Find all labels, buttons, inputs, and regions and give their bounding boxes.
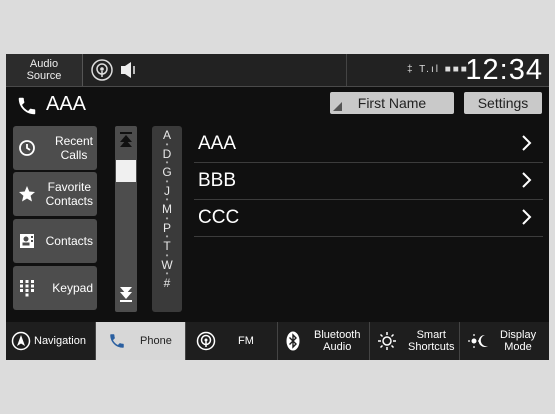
menu-contacts[interactable]: Contacts [13,219,97,263]
menu-label: Recent Calls [54,134,93,162]
connected-phone-name: AAA [46,93,87,115]
contacts-card-icon [20,234,34,248]
dropdown-corner-icon [333,102,342,111]
nav-smart-shortcuts[interactable]: Smart Shortcuts [370,322,460,360]
nav-label: FM [238,335,254,347]
contact-list: AAA BBB CCC [194,126,543,237]
list-scrollbar[interactable] [115,126,137,312]
status-icons [84,54,347,86]
contact-name: CCC [198,207,240,228]
chevron-right-icon [522,135,532,151]
nav-label: Bluetooth Audio [314,329,361,353]
history-icon [19,140,35,156]
contact-name: AAA [198,133,237,154]
contact-row[interactable]: CCC [194,200,543,237]
menu-keypad[interactable]: Keypad [13,266,97,310]
display-mode-icon [468,334,488,348]
scroll-top-icon[interactable] [120,132,132,148]
nav-phone[interactable]: Phone [96,322,186,360]
nav-display-mode[interactable]: Display Mode [460,322,549,360]
menu-label: Favorite Contacts [45,180,93,208]
nav-bluetooth-audio[interactable]: Bluetooth Audio [278,322,370,360]
nav-label: Navigation [34,335,86,347]
alpha-letter[interactable]: # [152,277,182,290]
contact-row[interactable]: AAA [194,126,543,163]
nav-navigation[interactable]: Navigation [6,322,96,360]
audio-source-label: Audio Source [26,58,62,82]
phone-icon [110,334,124,348]
settings-button-label: Settings [477,95,529,111]
clock: 12:34 [465,54,543,86]
alphabet-index[interactable]: A • D • G • J • M • P • T • W • # [152,126,182,312]
scroll-thumb[interactable] [116,160,136,182]
menu-label: Keypad [52,281,93,295]
infotainment-screen: Audio Source ‡ T.ıl ■■■ 12:34 AAA First … [6,54,549,360]
contact-name: BBB [198,170,237,191]
keypad-icon [20,280,34,297]
sort-first-name-button[interactable]: First Name [330,92,454,114]
chevron-right-icon [522,209,532,225]
bluetooth-icon [286,331,300,351]
star-icon [19,186,35,202]
phone-header: AAA First Name Settings [6,88,549,122]
menu-label: Contacts [45,234,93,248]
sort-button-label: First Name [357,95,427,111]
menu-favorite-contacts[interactable]: Favorite Contacts [13,172,97,216]
speaker-icon [121,62,135,78]
signal-battery-indicators: ‡ T.ıl ■■■ [407,64,469,75]
status-bar: Audio Source ‡ T.ıl ■■■ 12:34 [6,54,549,87]
navigation-icon [11,331,31,351]
chevron-right-icon [522,172,532,188]
nav-label: Smart Shortcuts [408,329,455,353]
smart-shortcuts-icon [378,332,396,350]
nav-label: Display Mode [500,329,537,353]
right-status-area: ‡ T.ıl ■■■ 12:34 [349,54,549,86]
contact-row[interactable]: BBB [194,163,543,200]
phone-icon [18,97,36,115]
nav-label: Phone [140,335,172,347]
audio-source-button[interactable]: Audio Source [6,54,83,86]
nav-fm[interactable]: FM [186,322,278,360]
audio-playing-icon[interactable] [90,58,114,82]
scroll-bottom-icon[interactable] [120,286,132,302]
settings-button[interactable]: Settings [464,92,542,114]
menu-recent-calls[interactable]: Recent Calls [13,126,97,170]
radio-icon [196,331,216,351]
bottom-navigation-bar: Navigation Phone FM Bluetooth Audio Smar… [6,322,549,360]
